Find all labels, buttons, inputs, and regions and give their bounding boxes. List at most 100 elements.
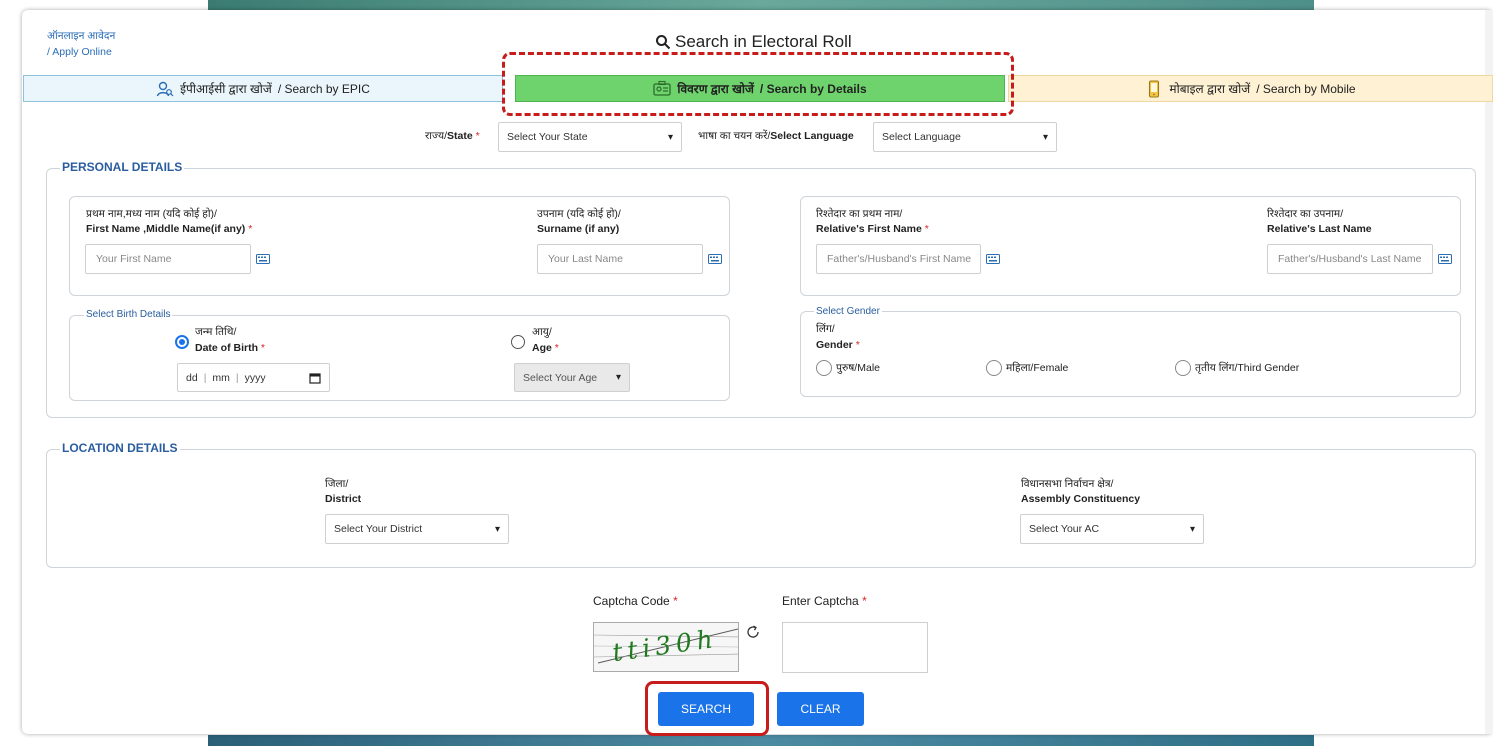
state-label-en: State bbox=[447, 130, 473, 142]
surname-label: Surname (if any) bbox=[537, 223, 619, 235]
first-name-label-en: First Name ,Middle Name(if any) bbox=[86, 223, 246, 235]
gender-label: Gender * bbox=[816, 339, 860, 351]
user-search-icon bbox=[156, 81, 174, 96]
tab-search-by-details[interactable]: विवरण द्वारा खोजें / Search by Details bbox=[515, 75, 1005, 102]
gender-legend: Select Gender bbox=[814, 306, 882, 317]
ac-label-hi: विधानसभा निर्वाचन क्षेत्र/ bbox=[1021, 478, 1114, 490]
keyboard-icon[interactable] bbox=[256, 254, 270, 264]
relative-first-label: Relative's First Name * bbox=[816, 223, 929, 235]
chevron-down-icon: ▾ bbox=[667, 131, 673, 143]
gender-subgroup bbox=[800, 311, 1461, 397]
location-details-group bbox=[46, 449, 1476, 568]
gender-third-radio[interactable] bbox=[1175, 360, 1191, 376]
mobile-icon bbox=[1149, 79, 1160, 98]
keyboard-icon[interactable] bbox=[1438, 254, 1452, 264]
gender-label-en: Gender bbox=[816, 339, 853, 351]
breadcrumb-apply-online[interactable]: / Apply Online bbox=[47, 46, 112, 58]
clear-button[interactable]: CLEAR bbox=[777, 692, 864, 726]
first-name-label-hi: प्रथम नाम,मध्य नाम (यदि कोई हो)/ bbox=[86, 208, 217, 220]
ac-select-value: Select Your AC bbox=[1029, 523, 1100, 535]
tab-epic-label-en: / Search by EPIC bbox=[277, 81, 370, 96]
gender-male-label: पुरुष/Male bbox=[836, 362, 880, 374]
breadcrumb-online-application[interactable]: ऑनलाइन आवेदन bbox=[47, 29, 115, 43]
id-card-icon bbox=[653, 80, 672, 96]
chevron-down-icon: ▾ bbox=[1042, 131, 1048, 143]
calendar-icon[interactable] bbox=[309, 372, 321, 384]
assembly-constituency-select[interactable]: Select Your AC ▾ bbox=[1020, 514, 1204, 544]
ac-label-en: Assembly Constituency bbox=[1021, 493, 1141, 505]
district-label-en: District bbox=[325, 493, 362, 505]
tab-details-label-en: / Search by Details bbox=[759, 81, 867, 96]
state-select[interactable]: Select Your State ▾ bbox=[498, 122, 682, 152]
date-of-birth-input[interactable]: dd | mm | yyyy bbox=[177, 363, 330, 392]
language-label: भाषा का चयन करें/Select Language bbox=[698, 129, 854, 143]
gender-female-label: महिला/Female bbox=[1006, 362, 1069, 374]
gender-male-radio[interactable] bbox=[816, 360, 832, 376]
birth-details-subgroup bbox=[69, 315, 730, 401]
captcha-image: tti30h bbox=[593, 622, 739, 672]
page-title-text: Search in Electoral Roll bbox=[675, 32, 852, 51]
tab-mobile-label-hi: मोबाइल द्वारा खोजें bbox=[1169, 82, 1251, 96]
search-icon bbox=[656, 35, 671, 50]
dob-label: Date of Birth * bbox=[195, 342, 266, 354]
dob-radio[interactable] bbox=[175, 335, 189, 349]
keyboard-icon[interactable] bbox=[986, 254, 1000, 264]
captcha-input[interactable] bbox=[782, 622, 928, 673]
tab-search-by-epic[interactable]: ईपीआईसी द्वारा खोजें / Search by EPIC bbox=[23, 75, 503, 102]
gender-label-hi: लिंग/ bbox=[816, 323, 835, 335]
card-right-edge bbox=[1485, 10, 1493, 734]
tab-mobile-label-en: / Search by Mobile bbox=[1256, 81, 1356, 96]
district-label: District bbox=[325, 493, 361, 505]
language-select[interactable]: Select Language ▾ bbox=[873, 122, 1057, 152]
age-radio[interactable] bbox=[511, 335, 525, 349]
location-details-legend: LOCATION DETAILS bbox=[60, 441, 180, 455]
age-label-en: Age bbox=[532, 342, 552, 354]
district-label-hi: जिला/ bbox=[325, 478, 349, 490]
search-button[interactable]: SEARCH bbox=[658, 692, 754, 726]
relative-first-label-hi: रिश्तेदार का प्रथम नाम/ bbox=[816, 208, 903, 220]
chevron-down-icon: ▾ bbox=[615, 372, 621, 383]
background-strip-top bbox=[208, 0, 1314, 10]
district-select-value: Select Your District bbox=[334, 523, 423, 535]
surname-input[interactable]: Your Last Name bbox=[537, 244, 703, 274]
gender-third-label: तृतीय लिंग/Third Gender bbox=[1195, 362, 1300, 374]
personal-details-legend: PERSONAL DETAILS bbox=[60, 160, 185, 174]
gender-female-radio[interactable] bbox=[986, 360, 1002, 376]
captcha-code-label-text: Captcha Code bbox=[593, 594, 670, 608]
refresh-icon[interactable] bbox=[745, 624, 761, 640]
language-select-value: Select Language bbox=[882, 131, 961, 143]
age-label: Age * bbox=[532, 342, 559, 354]
ac-label: Assembly Constituency bbox=[1021, 493, 1140, 505]
birth-details-legend: Select Birth Details bbox=[84, 309, 173, 320]
dob-year: yyyy bbox=[244, 371, 266, 384]
district-select[interactable]: Select Your District ▾ bbox=[325, 514, 509, 544]
dob-day: dd bbox=[186, 371, 198, 384]
dob-label-en: Date of Birth bbox=[195, 342, 258, 354]
chevron-down-icon: ▾ bbox=[1189, 523, 1195, 535]
chevron-down-icon: ▾ bbox=[494, 523, 500, 535]
captcha-code-label: Captcha Code * bbox=[593, 594, 678, 608]
tab-search-by-mobile[interactable]: मोबाइल द्वारा खोजें / Search by Mobile bbox=[1008, 75, 1493, 102]
relative-last-label-en: Relative's Last Name bbox=[1267, 223, 1372, 235]
surname-label-hi: उपनाम (यदि कोई हो)/ bbox=[537, 208, 621, 220]
first-name-label: First Name ,Middle Name(if any) * bbox=[86, 223, 253, 235]
relative-last-label-hi: रिश्तेदार का उपनाम/ bbox=[1267, 208, 1344, 220]
state-select-value: Select Your State bbox=[507, 131, 588, 143]
tab-epic-label-hi: ईपीआईसी द्वारा खोजें bbox=[180, 82, 272, 96]
first-name-input[interactable]: Your First Name bbox=[85, 244, 251, 274]
language-label-en: Select Language bbox=[770, 130, 854, 142]
state-label: राज्य/State * bbox=[425, 130, 480, 142]
surname-label-en: Surname (if any) bbox=[537, 223, 620, 235]
relative-last-name-input[interactable]: Father's/Husband's Last Name bbox=[1267, 244, 1433, 274]
background-strip-bottom bbox=[208, 735, 1314, 746]
dob-month: mm bbox=[212, 371, 230, 384]
relative-last-label: Relative's Last Name bbox=[1267, 223, 1372, 235]
language-label-hi: भाषा का चयन करें/ bbox=[698, 130, 771, 142]
page-title: Search in Electoral Roll bbox=[655, 32, 852, 52]
state-label-hi: राज्य/ bbox=[425, 130, 448, 142]
enter-captcha-label: Enter Captcha * bbox=[782, 594, 867, 608]
relative-first-name-input[interactable]: Father's/Husband's First Name bbox=[816, 244, 981, 274]
age-label-hi: आयु/ bbox=[532, 326, 552, 338]
age-select[interactable]: Select Your Age ▾ bbox=[514, 363, 630, 392]
keyboard-icon[interactable] bbox=[708, 254, 722, 264]
